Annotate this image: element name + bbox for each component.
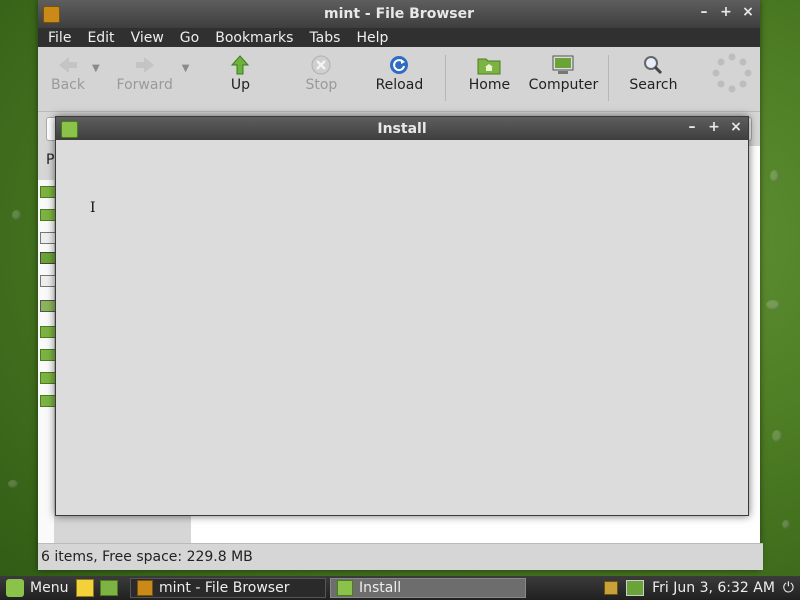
install-minimize-button[interactable]: – — [686, 119, 698, 135]
sidebar-bookmark-folder-icon[interactable] — [40, 349, 56, 361]
wallpaper-drop — [782, 520, 790, 529]
task-install-label: Install — [359, 580, 402, 596]
menu-tabs[interactable]: Tabs — [309, 30, 340, 46]
toolbar-separator — [445, 55, 447, 101]
install-close-button[interactable]: × — [730, 119, 742, 135]
clock[interactable]: Fri Jun 3, 6:32 AM — [652, 580, 775, 596]
menu-view[interactable]: View — [131, 30, 164, 46]
file-browser-app-icon — [43, 6, 60, 23]
home-button[interactable]: Home — [468, 53, 510, 93]
lock-icon[interactable] — [604, 581, 619, 595]
minimize-button[interactable]: – — [698, 4, 710, 20]
power-icon[interactable]: ⏻ — [783, 580, 794, 596]
menu-edit[interactable]: Edit — [87, 30, 114, 46]
mint-logo-icon — [61, 121, 78, 138]
file-browser-titlebar[interactable]: mint - File Browser – + × — [38, 0, 760, 28]
search-icon — [644, 56, 663, 75]
window-title: mint - File Browser — [324, 6, 474, 22]
sidebar-filesystem-icon[interactable] — [40, 232, 56, 244]
network-icon[interactable] — [626, 580, 645, 596]
install-titlebar[interactable]: Install – + × — [56, 117, 748, 140]
computer-icon — [552, 55, 574, 74]
sidebar-desktop-folder-icon[interactable] — [40, 209, 56, 221]
file-browser-task-icon — [137, 580, 153, 596]
forward-history-chevron-icon[interactable]: ▼ — [182, 63, 190, 74]
forward-label: Forward — [116, 77, 173, 93]
forward-arrow-icon — [135, 57, 154, 73]
reload-icon — [390, 56, 409, 74]
sidebar-bookmark-folder-icon[interactable] — [40, 326, 56, 338]
install-window-title: Install — [377, 120, 427, 137]
sidebar-places — [38, 180, 56, 544]
stop-button[interactable]: Stop — [301, 53, 341, 93]
up-label: Up — [230, 77, 250, 93]
wallpaper-drop — [770, 170, 779, 182]
status-bar: 6 items, Free space: 229.8 MB — [38, 543, 763, 570]
toolbar-separator — [608, 55, 610, 101]
wallpaper-drop — [8, 480, 18, 488]
task-file-browser-label: mint - File Browser — [159, 580, 290, 596]
sidebar-header-label: P — [46, 152, 55, 168]
sidebar-bookmark-folder-icon[interactable] — [40, 395, 56, 407]
install-window: Install – + × I — [55, 116, 749, 516]
toolbar: Back ▼ Forward ▼ Up Stop Reload Home Com… — [38, 47, 760, 112]
menu-bar: File Edit View Go Bookmarks Tabs Help — [38, 28, 760, 47]
forward-button[interactable]: Forward — [116, 53, 174, 93]
text-editor-launcher-icon[interactable] — [76, 579, 94, 597]
search-label: Search — [629, 77, 678, 93]
wallpaper-drop — [12, 210, 21, 220]
menu-help[interactable]: Help — [356, 30, 388, 46]
menu-go[interactable]: Go — [180, 30, 199, 46]
install-task-icon — [337, 580, 353, 596]
task-install[interactable]: Install — [330, 578, 526, 598]
reload-label: Reload — [375, 77, 424, 93]
sidebar-home-folder-icon[interactable] — [40, 186, 56, 198]
install-maximize-button[interactable]: + — [708, 119, 720, 135]
mint-menu-icon — [6, 579, 24, 597]
close-button[interactable]: × — [742, 4, 754, 20]
system-tray: Fri Jun 3, 6:32 AM ⏻ — [604, 576, 800, 600]
search-button[interactable]: Search — [629, 53, 677, 93]
task-file-browser[interactable]: mint - File Browser — [130, 578, 326, 598]
sidebar-header: P — [46, 152, 54, 168]
wallpaper-drop — [766, 300, 780, 310]
back-button[interactable]: Back — [46, 53, 90, 93]
show-desktop-icon[interactable] — [100, 580, 118, 596]
computer-button[interactable]: Computer — [528, 53, 599, 93]
up-button[interactable]: Up — [225, 53, 255, 93]
back-arrow-icon — [59, 57, 77, 73]
sidebar-trash-icon[interactable] — [40, 300, 56, 312]
status-text: 6 items, Free space: 229.8 MB — [41, 549, 253, 565]
computer-label: Computer — [528, 77, 599, 93]
sidebar-bookmark-folder-icon[interactable] — [40, 372, 56, 384]
stop-icon — [311, 55, 331, 75]
back-history-chevron-icon[interactable]: ▼ — [92, 63, 100, 74]
sidebar-drive-icon[interactable] — [40, 275, 56, 287]
menu-file[interactable]: File — [48, 30, 71, 46]
throbber-icon — [712, 53, 752, 93]
reload-button[interactable]: Reload — [375, 53, 423, 93]
wallpaper-drop — [772, 430, 782, 442]
text-cursor-icon: I — [90, 200, 96, 216]
menu-button[interactable]: Menu — [0, 578, 74, 598]
menu-bookmarks[interactable]: Bookmarks — [215, 30, 293, 46]
install-body[interactable]: I — [56, 140, 748, 515]
menu-label: Menu — [30, 580, 69, 596]
up-arrow-icon — [231, 55, 250, 75]
home-folder-icon — [477, 58, 501, 75]
stop-label: Stop — [305, 77, 338, 93]
back-label: Back — [51, 77, 85, 93]
pane-divider[interactable] — [186, 512, 191, 544]
taskbar: Menu mint - File Browser Install Fri Jun… — [0, 576, 800, 600]
maximize-button[interactable]: + — [720, 4, 732, 20]
home-label: Home — [468, 77, 511, 93]
sidebar-network-icon[interactable] — [40, 252, 56, 264]
